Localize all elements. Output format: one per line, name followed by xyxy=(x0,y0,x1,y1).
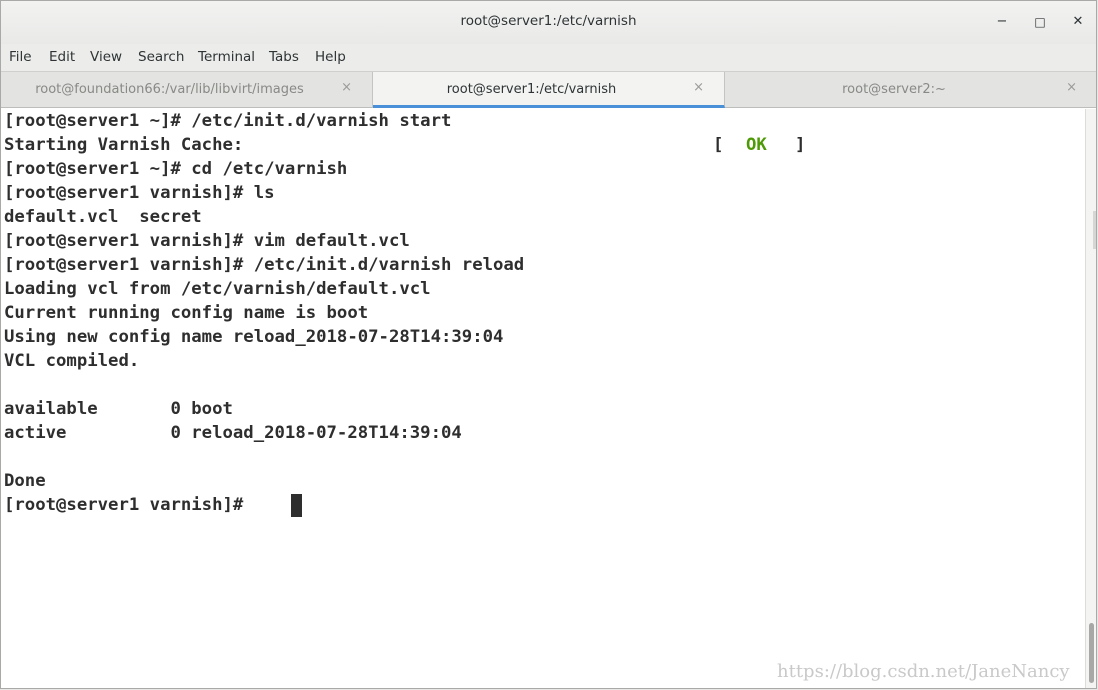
terminal-window: root@server1:/etc/varnish − □ ✕ File Edi… xyxy=(0,0,1097,689)
tab-foundation66[interactable]: root@foundation66:/var/lib/libvirt/image… xyxy=(1,72,373,108)
tab-bar: root@foundation66:/var/lib/libvirt/image… xyxy=(1,71,1096,108)
terminal-line: Using new config name reload_2018-07-28T… xyxy=(4,327,504,347)
terminal-output[interactable]: [root@server1 ~]# /etc/init.d/varnish st… xyxy=(1,109,1085,688)
terminal-line: active 0 reload_2018-07-28T14:39:04 xyxy=(4,423,462,443)
terminal-prompt: [root@server1 varnish]# xyxy=(4,495,254,515)
terminal-line: available 0 boot xyxy=(4,399,233,419)
menu-file[interactable]: File xyxy=(9,49,32,65)
tab-label: root@server1:/etc/varnish xyxy=(446,82,617,97)
menu-terminal[interactable]: Terminal xyxy=(198,49,255,65)
terminal-line: Starting Varnish Cache: xyxy=(4,135,244,155)
status-ok: OK xyxy=(746,135,767,155)
tab-server1[interactable]: root@server1:/etc/varnish × xyxy=(373,72,725,108)
title-bar[interactable]: root@server1:/etc/varnish − □ ✕ xyxy=(1,1,1096,44)
tab-label: root@server2:~ xyxy=(842,82,946,97)
menu-tabs[interactable]: Tabs xyxy=(269,49,299,65)
window-title: root@server1:/etc/varnish xyxy=(460,13,637,29)
terminal-line: Loading vcl from /etc/varnish/default.vc… xyxy=(4,279,431,299)
terminal-line: [root@server1 varnish]# ls xyxy=(4,183,275,203)
terminal-line: default.vcl secret xyxy=(4,207,202,227)
maximize-icon[interactable]: □ xyxy=(1029,11,1051,33)
window-edge-mark xyxy=(1093,211,1096,249)
menu-view[interactable]: View xyxy=(90,49,122,65)
terminal-line: [root@server1 ~]# cd /etc/varnish xyxy=(4,159,348,179)
close-icon[interactable]: ✕ xyxy=(1067,11,1089,33)
status-open-bracket: [ xyxy=(713,135,724,155)
tab-server2[interactable]: root@server2:~ × xyxy=(725,72,1096,108)
scrollbar-thumb[interactable] xyxy=(1089,623,1094,683)
terminal-line: Current running config name is boot xyxy=(4,303,369,323)
terminal-line: [root@server1 varnish]# /etc/init.d/varn… xyxy=(4,255,525,275)
terminal-line: [root@server1 ~]# /etc/init.d/varnish st… xyxy=(4,111,452,131)
menu-help[interactable]: Help xyxy=(315,49,346,65)
tab-label: root@foundation66:/var/lib/libvirt/image… xyxy=(35,82,304,97)
close-tab-icon[interactable]: × xyxy=(1066,80,1077,95)
menu-search[interactable]: Search xyxy=(138,49,184,65)
status-close-bracket: ] xyxy=(795,135,806,155)
terminal-scrollbar[interactable] xyxy=(1085,109,1096,688)
terminal-line: [root@server1 varnish]# vim default.vcl xyxy=(4,231,410,251)
close-tab-icon[interactable]: × xyxy=(341,80,352,95)
menu-bar: File Edit View Search Terminal Tabs Help xyxy=(1,44,1096,71)
terminal-line: Done xyxy=(4,471,46,491)
close-tab-icon[interactable]: × xyxy=(693,80,704,95)
text-cursor xyxy=(291,494,302,517)
watermark: https://blog.csdn.net/JaneNancy xyxy=(777,661,1070,682)
minimize-icon[interactable]: − xyxy=(991,11,1013,33)
terminal-line: VCL compiled. xyxy=(4,351,140,371)
menu-edit[interactable]: Edit xyxy=(49,49,75,65)
